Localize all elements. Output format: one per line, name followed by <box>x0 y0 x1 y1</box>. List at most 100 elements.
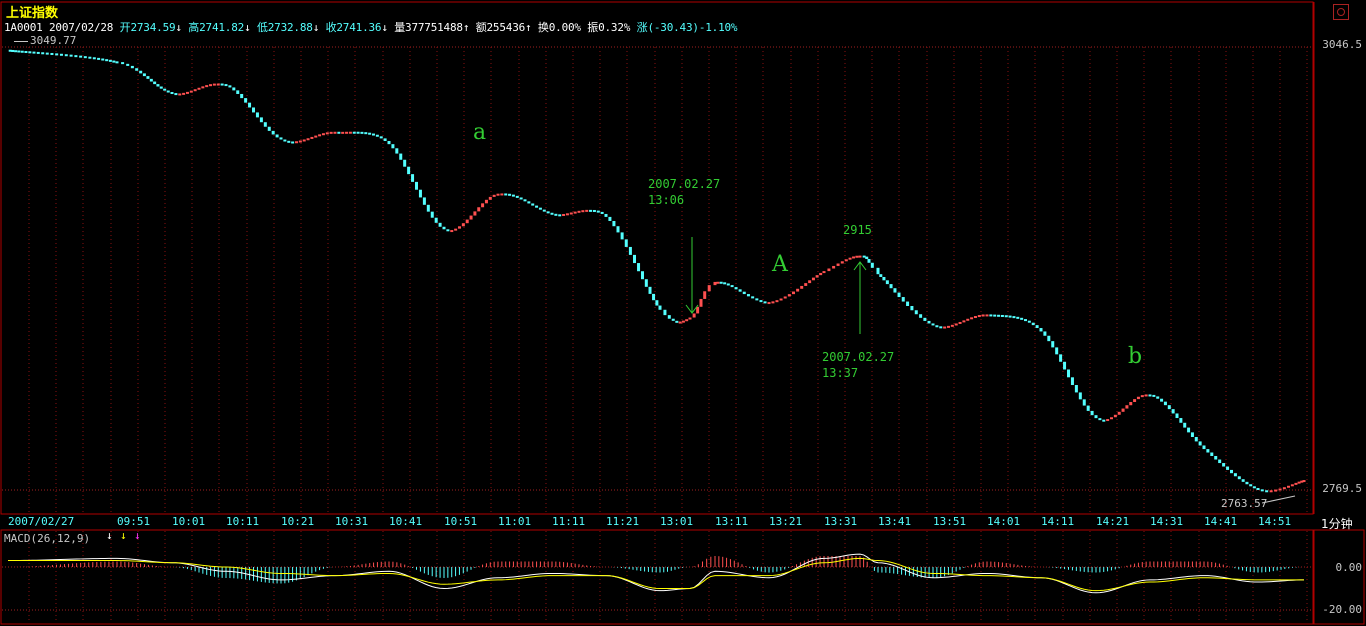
price-segment <box>1082 399 1086 406</box>
price-segment <box>1117 411 1121 415</box>
price-segment <box>787 294 791 297</box>
price-segment <box>897 292 901 298</box>
price-segment <box>240 93 244 99</box>
price-segment <box>699 298 703 307</box>
price-segment <box>291 141 295 144</box>
time-tick: 14:21 <box>1096 515 1130 528</box>
price-segment <box>1210 452 1214 457</box>
price-segment <box>707 285 711 292</box>
price-segment <box>153 81 157 85</box>
time-tick: 09:51 <box>117 515 151 528</box>
macd-axis-bottom: -20.00 <box>1322 603 1362 616</box>
price-segment <box>546 211 550 214</box>
price-segment <box>542 209 546 212</box>
price-segment <box>1163 401 1167 406</box>
price-segment <box>1230 469 1233 474</box>
price-segment <box>535 205 539 208</box>
price-segment <box>159 86 163 89</box>
price-segment <box>596 210 600 213</box>
intraday-chart <box>0 1 1365 625</box>
macd-title: MACD(26,12,9) <box>4 532 91 545</box>
price-segment <box>418 189 422 198</box>
price-segment <box>488 196 492 200</box>
price-segment <box>855 255 859 258</box>
price-segment <box>763 301 767 304</box>
price-segment <box>914 310 918 315</box>
price-segment <box>20 50 24 53</box>
price-segment <box>411 174 415 182</box>
price-segment <box>24 51 28 54</box>
down-arrow-time: 13:06 <box>648 193 685 207</box>
price-segment <box>844 259 848 262</box>
price-segment <box>910 305 914 311</box>
price-segment <box>950 324 954 327</box>
time-tick: 14:41 <box>1204 515 1238 528</box>
price-segment <box>1202 445 1206 450</box>
price-segment <box>201 86 205 89</box>
price-segment <box>1282 487 1286 490</box>
peak-value: 2915 <box>843 223 872 237</box>
price-axis-bottom: 2769.5 <box>1322 482 1362 495</box>
price-segment <box>1222 463 1226 467</box>
price-segment <box>1245 481 1249 485</box>
price-segment <box>1047 335 1051 342</box>
price-segment <box>848 257 852 260</box>
price-segment <box>779 298 783 301</box>
price-segment <box>205 85 209 88</box>
price-segment <box>1294 482 1298 485</box>
price-segment <box>364 132 368 135</box>
price-segment <box>496 193 500 196</box>
price-segment <box>1302 480 1306 483</box>
low-marker: 2763.57 <box>1221 497 1268 510</box>
price-segment <box>885 280 889 285</box>
price-segment <box>446 229 450 232</box>
price-segment <box>1121 408 1125 412</box>
price-segment <box>1156 396 1160 399</box>
price-segment <box>822 271 826 274</box>
price-segment <box>997 314 1001 317</box>
up-arrow-date: 2007.02.27 <box>822 350 895 364</box>
price-segment <box>1059 354 1063 362</box>
price-segment <box>527 201 531 204</box>
price-segment <box>655 300 659 306</box>
price-segment <box>558 214 562 217</box>
price-segment <box>538 207 542 210</box>
high-marker: 3049.77 <box>14 34 76 47</box>
price-segment <box>858 255 862 258</box>
price-segment <box>800 285 804 289</box>
price-segment <box>477 207 481 212</box>
price-segment <box>302 139 306 142</box>
price-segment <box>977 315 981 318</box>
price-segment <box>1023 319 1027 322</box>
period-unit[interactable]: 1分钟 <box>1321 515 1353 532</box>
price-segment <box>228 85 232 88</box>
price-segment <box>434 217 438 223</box>
price-segment <box>97 57 101 60</box>
price-segment <box>473 211 477 216</box>
price-segment <box>815 275 819 278</box>
price-segment <box>1297 481 1301 484</box>
price-segment <box>637 263 641 272</box>
price-segment <box>1055 347 1059 355</box>
price-segment <box>1031 322 1035 326</box>
price-segment <box>515 195 519 198</box>
time-axis: 2007/02/27 09:51 10:01 10:11 10:21 10:31… <box>0 514 1366 530</box>
price-segment <box>719 281 723 284</box>
price-segment <box>581 210 585 213</box>
price-segment <box>275 134 279 138</box>
price-segment <box>644 279 648 287</box>
price-segment <box>333 131 337 134</box>
price-segment <box>675 320 679 323</box>
price-segment <box>811 277 815 281</box>
price-segment <box>252 107 255 113</box>
price-segment <box>919 314 923 318</box>
price-segment <box>399 153 403 160</box>
price-segment <box>1265 490 1269 493</box>
price-segment <box>889 284 893 289</box>
price-segment <box>59 53 63 56</box>
price-segment <box>185 91 189 94</box>
time-tick: 13:11 <box>715 515 749 528</box>
price-segment <box>734 287 738 290</box>
price-segment <box>1113 414 1117 418</box>
price-segment <box>796 288 800 292</box>
